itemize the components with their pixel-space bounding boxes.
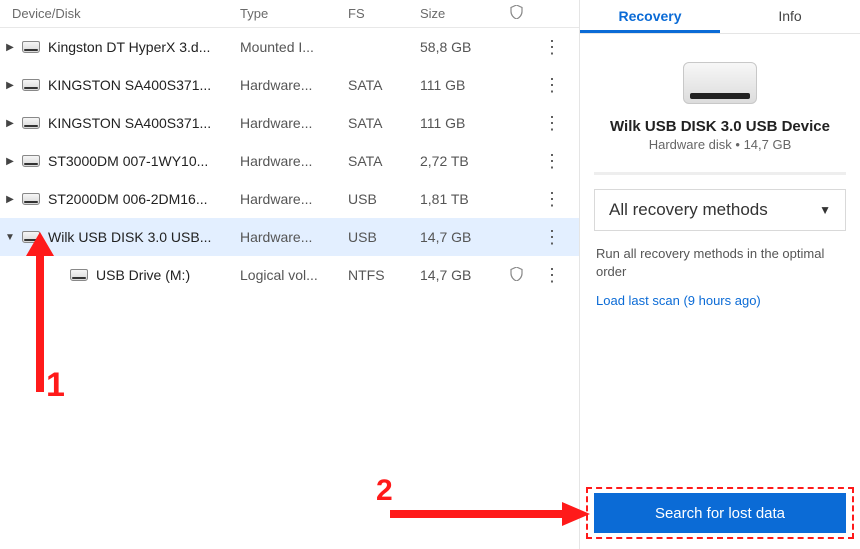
device-name: ST3000DM 007-1WY10... — [48, 153, 240, 169]
cell-fs: USB — [348, 191, 420, 207]
search-lost-data-button[interactable]: Search for lost data — [594, 493, 846, 533]
cell-fs: SATA — [348, 115, 420, 131]
expander-icon[interactable]: ▶ — [2, 42, 18, 53]
recovery-method-dropdown[interactable]: All recovery methods ▼ — [594, 189, 846, 231]
table-row[interactable]: ▶ ST3000DM 007-1WY10...Hardware...SATA2,7… — [0, 142, 579, 180]
device-name: Wilk USB DISK 3.0 USB... — [48, 229, 240, 245]
disk-icon — [22, 155, 40, 167]
device-name: KINGSTON SA400S371... — [48, 115, 240, 131]
disk-icon — [22, 193, 40, 205]
cell-type: Hardware... — [240, 191, 348, 207]
header-size[interactable]: Size — [420, 6, 498, 21]
row-more-icon[interactable]: ⋮ — [534, 266, 570, 284]
header-fs[interactable]: FS — [348, 6, 420, 21]
row-more-icon[interactable]: ⋮ — [534, 152, 570, 170]
header-device[interactable]: Device/Disk — [0, 6, 240, 21]
cell-type: Logical vol... — [240, 267, 348, 283]
cell-fs: SATA — [348, 153, 420, 169]
table-row[interactable]: ▶ KINGSTON SA400S371...Hardware...SATA111… — [0, 66, 579, 104]
disk-icon — [22, 79, 40, 91]
table-row[interactable]: ▶ Kingston DT HyperX 3.d...Mounted I... 58… — [0, 28, 579, 66]
table-row[interactable]: ▶ ST2000DM 006-2DM16...Hardware...USB1,81… — [0, 180, 579, 218]
device-preview: Wilk USB DISK 3.0 USB Device Hardware di… — [580, 34, 860, 160]
disk-icon — [22, 117, 40, 129]
expander-icon[interactable]: ▶ — [2, 118, 18, 129]
disk-table: Device/Disk Type FS Size ▶ Kingston DT Hy… — [0, 0, 580, 549]
row-more-icon[interactable]: ⋮ — [534, 190, 570, 208]
header-type[interactable]: Type — [240, 6, 348, 21]
header-shield-icon — [498, 5, 534, 22]
device-title: Wilk USB DISK 3.0 USB Device — [594, 118, 846, 135]
table-header: Device/Disk Type FS Size — [0, 0, 579, 28]
cell-type: Hardware... — [240, 153, 348, 169]
cell-type: Hardware... — [240, 229, 348, 245]
row-more-icon[interactable]: ⋮ — [534, 228, 570, 246]
cell-shield — [498, 267, 534, 284]
tab-info[interactable]: Info — [720, 0, 860, 33]
table-row[interactable]: ▼ Wilk USB DISK 3.0 USB...Hardware...USB1… — [0, 218, 579, 256]
cell-size: 2,72 TB — [420, 153, 498, 169]
device-name: KINGSTON SA400S371... — [48, 77, 240, 93]
annotation-number-1: 1 — [46, 366, 65, 405]
row-more-icon[interactable]: ⋮ — [534, 76, 570, 94]
annotation-number-2: 2 — [376, 474, 393, 508]
device-name: USB Drive (M:) — [96, 267, 240, 283]
cell-type: Hardware... — [240, 77, 348, 93]
device-name: Kingston DT HyperX 3.d... — [48, 39, 240, 55]
tabs: Recovery Info — [580, 0, 860, 34]
cell-type: Hardware... — [240, 115, 348, 131]
cell-fs: NTFS — [348, 267, 420, 283]
expander-icon[interactable]: ▶ — [2, 156, 18, 167]
method-description: Run all recovery methods in the optimal … — [580, 245, 860, 281]
cell-fs: SATA — [348, 77, 420, 93]
chevron-down-icon: ▼ — [819, 203, 831, 217]
device-image-icon — [683, 62, 757, 104]
load-last-scan-link[interactable]: Load last scan (9 hours ago) — [580, 281, 860, 320]
cell-size: 14,7 GB — [420, 229, 498, 245]
recovery-method-label: All recovery methods — [609, 200, 768, 220]
device-subtitle: Hardware disk • 14,7 GB — [594, 137, 846, 152]
cell-size: 14,7 GB — [420, 267, 498, 283]
cell-size: 1,81 TB — [420, 191, 498, 207]
device-name: ST2000DM 006-2DM16... — [48, 191, 240, 207]
disk-icon — [22, 231, 40, 243]
tab-recovery[interactable]: Recovery — [580, 0, 720, 33]
cell-type: Mounted I... — [240, 39, 348, 55]
table-row[interactable]: USB Drive (M:)Logical vol...NTFS14,7 GB ⋮ — [0, 256, 579, 294]
cell-size: 111 GB — [420, 115, 498, 131]
disk-icon — [22, 41, 40, 53]
expander-icon[interactable]: ▶ — [2, 194, 18, 205]
cell-fs: USB — [348, 229, 420, 245]
expander-icon[interactable]: ▼ — [2, 232, 18, 243]
cell-size: 111 GB — [420, 77, 498, 93]
details-pane: Recovery Info Wilk USB DISK 3.0 USB Devi… — [580, 0, 860, 549]
row-more-icon[interactable]: ⋮ — [534, 38, 570, 56]
table-row[interactable]: ▶ KINGSTON SA400S371...Hardware...SATA111… — [0, 104, 579, 142]
scan-progress — [594, 172, 846, 175]
expander-icon[interactable]: ▶ — [2, 80, 18, 91]
cell-size: 58,8 GB — [420, 39, 498, 55]
row-more-icon[interactable]: ⋮ — [534, 114, 570, 132]
disk-icon — [70, 269, 88, 281]
